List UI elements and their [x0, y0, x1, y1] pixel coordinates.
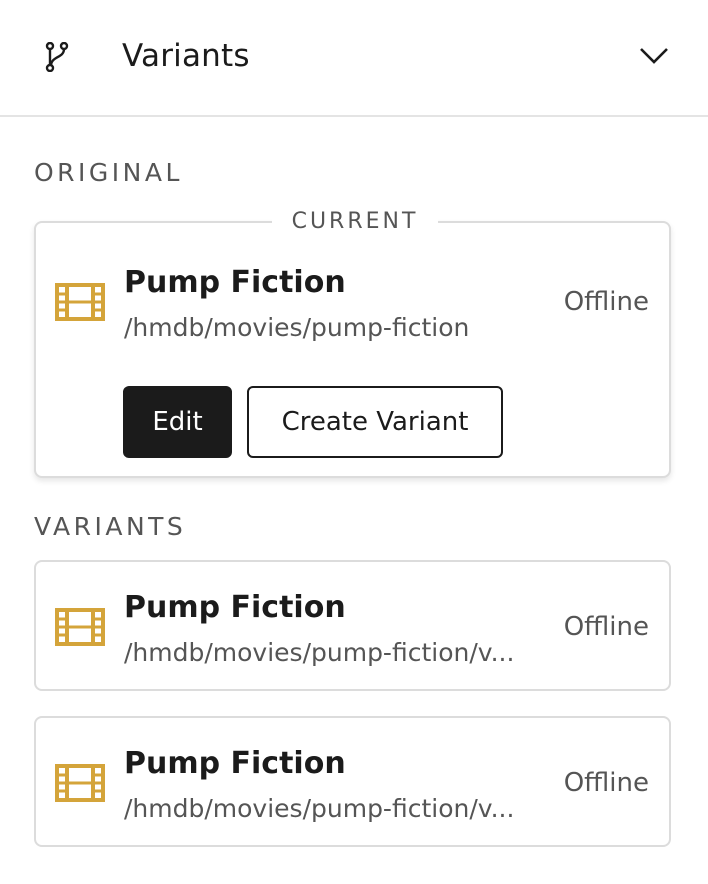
- item-name: Pump Fiction: [124, 746, 346, 781]
- panel-header[interactable]: Variants: [0, 0, 708, 117]
- original-card: CURRENT Pump Fiction /hmdb/movies/pump-f…: [34, 209, 671, 478]
- film-icon: [55, 764, 105, 802]
- item-name: Pump Fiction: [124, 590, 346, 625]
- status-text: Offline: [563, 612, 649, 642]
- panel-title: Variants: [122, 38, 250, 74]
- variant-card[interactable]: Pump Fiction /hmdb/movies/pump-fiction/v…: [34, 560, 671, 691]
- item-name: Pump Fiction: [124, 265, 346, 300]
- item-path: /hmdb/movies/pump-fiction/v...: [124, 794, 515, 823]
- film-icon: [55, 608, 105, 646]
- item-path: /hmdb/movies/pump-fiction/v...: [124, 638, 515, 667]
- status-text: Offline: [563, 768, 649, 798]
- chevron-down-icon[interactable]: [638, 44, 670, 66]
- status-text: Offline: [563, 287, 649, 317]
- item-path: /hmdb/movies/pump-fiction: [124, 313, 470, 342]
- git-branch-icon: [45, 42, 69, 72]
- variant-card[interactable]: Pump Fiction /hmdb/movies/pump-fiction/v…: [34, 716, 671, 847]
- create-variant-button[interactable]: Create Variant: [247, 386, 503, 458]
- current-legend: CURRENT: [272, 209, 438, 234]
- variants-section-label: VARIANTS: [34, 512, 187, 541]
- original-section-label: ORIGINAL: [34, 158, 183, 187]
- variants-panel: Variants ORIGINAL CURRENT Pump Fiction /…: [0, 0, 708, 884]
- edit-button[interactable]: Edit: [123, 386, 232, 458]
- film-icon: [55, 283, 105, 321]
